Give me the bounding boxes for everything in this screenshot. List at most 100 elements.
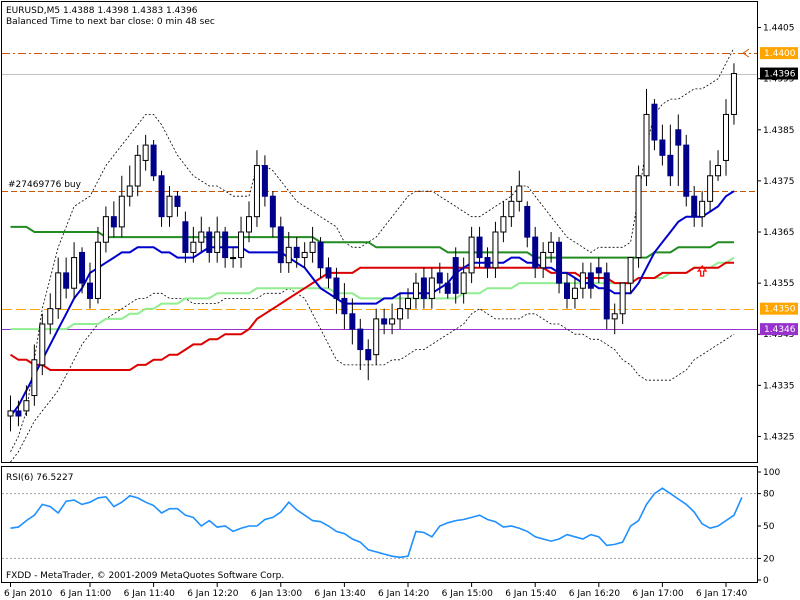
rsi-tick-label: 0 bbox=[763, 576, 769, 586]
candle-body bbox=[238, 231, 245, 259]
candle-body bbox=[253, 165, 260, 218]
price-axis: 1.44051.43951.43851.43751.43651.43551.43… bbox=[757, 24, 795, 442]
price-tags: 1.4400 1.4396 1.4350 1.4346 bbox=[760, 47, 798, 336]
price-tick-label: 1.4365 bbox=[763, 228, 795, 238]
rsi-axis: 100 80 50 20 0 bbox=[757, 468, 780, 586]
candle-body bbox=[532, 236, 539, 269]
time-tick-label: 6 Jan 11:00 bbox=[60, 589, 112, 599]
candle-body bbox=[94, 241, 101, 299]
candle-body bbox=[87, 282, 93, 299]
candle-body bbox=[723, 113, 729, 161]
candle-body bbox=[373, 318, 380, 356]
rsi-tick-label: 20 bbox=[763, 554, 775, 564]
candle bbox=[150, 140, 157, 181]
candle-body bbox=[39, 323, 46, 366]
price-tick-label: 1.4385 bbox=[763, 126, 795, 136]
candle-body bbox=[627, 257, 634, 284]
candle-body bbox=[484, 257, 491, 269]
candle-body bbox=[707, 175, 714, 202]
candle-body bbox=[118, 195, 125, 228]
chart-canvas: EURUSD,M5 1.4388 1.4398 1.4383 1.4396 Ba… bbox=[1, 1, 798, 599]
candle-body bbox=[230, 257, 237, 260]
candle-body bbox=[269, 195, 276, 228]
time-tick-label: 6 Jan 17:00 bbox=[632, 589, 684, 599]
candle-body bbox=[524, 205, 531, 238]
candle-body bbox=[452, 257, 459, 294]
time-tick-label: 6 Jan 17:40 bbox=[696, 589, 748, 599]
candle-body bbox=[508, 200, 515, 218]
price-tick-label: 1.4355 bbox=[763, 279, 795, 289]
rsi-title: RSI(6) 76.5227 bbox=[6, 473, 73, 483]
symbol-info-text: EURUSD,M5 1.4388 1.4398 1.4383 1.4396 bbox=[6, 6, 198, 16]
time-tick-label: 6 Jan 11:40 bbox=[124, 589, 176, 599]
bar-timer-text: Balanced Time to next bar close: 0 min 4… bbox=[6, 17, 215, 27]
price-tick-label: 1.4335 bbox=[763, 381, 795, 391]
time-axis: 6 Jan 2010 6 Jan 11:00 6 Jan 11:40 6 Jan 12… bbox=[4, 583, 748, 599]
candle-body bbox=[675, 129, 682, 146]
candle-body bbox=[158, 175, 165, 218]
candle-body bbox=[261, 165, 268, 197]
candle-body bbox=[611, 313, 618, 320]
candle-body bbox=[564, 282, 570, 299]
candle-body bbox=[47, 308, 54, 325]
candle-body bbox=[63, 272, 70, 289]
candle-body bbox=[468, 236, 475, 274]
copyright-text: FXDD - MetaTrader, © 2001-2009 MetaQuote… bbox=[6, 571, 284, 581]
candle-body bbox=[500, 216, 507, 233]
candle-body bbox=[643, 113, 650, 177]
candle-body bbox=[23, 400, 30, 412]
candle-body bbox=[691, 195, 698, 218]
candle-body bbox=[603, 272, 610, 320]
candle-body bbox=[285, 246, 292, 264]
candle-body bbox=[571, 287, 578, 299]
candle-body bbox=[412, 282, 419, 299]
time-tick-label: 6 Jan 2010 bbox=[4, 589, 52, 599]
price-panel[interactable] bbox=[1, 1, 758, 463]
candle-body bbox=[198, 231, 205, 243]
candle-body bbox=[325, 267, 332, 279]
candle bbox=[603, 262, 610, 330]
candle-body bbox=[142, 144, 149, 161]
candle-body bbox=[150, 144, 157, 177]
price-tag-label: 1.4350 bbox=[764, 305, 796, 315]
candle-body bbox=[683, 144, 690, 197]
candle-body bbox=[405, 297, 411, 310]
candle-body bbox=[595, 267, 602, 274]
price-tag-label: 1.4396 bbox=[764, 70, 796, 80]
candle bbox=[635, 165, 642, 268]
candle-body bbox=[444, 282, 451, 294]
candle-body bbox=[381, 318, 388, 325]
candle-body bbox=[341, 297, 348, 315]
candle-body bbox=[715, 165, 722, 177]
time-tick-label: 6 Jan 12:20 bbox=[187, 589, 239, 599]
candle-body bbox=[516, 185, 523, 202]
price-tick-label: 1.4405 bbox=[763, 24, 795, 34]
candle-body bbox=[556, 241, 563, 284]
candle-body bbox=[222, 231, 229, 259]
candle-body bbox=[579, 272, 586, 289]
price-tick-label: 1.4325 bbox=[763, 432, 795, 442]
candle-body bbox=[397, 308, 404, 320]
price-tick-label: 1.4375 bbox=[763, 177, 795, 187]
candle-body bbox=[317, 241, 324, 269]
time-tick-label: 6 Jan 15:00 bbox=[442, 589, 494, 599]
candle-body bbox=[357, 328, 364, 351]
rsi-panel[interactable] bbox=[1, 466, 758, 583]
candle-body bbox=[301, 251, 308, 259]
candle-body bbox=[71, 257, 78, 289]
candle-body bbox=[436, 272, 443, 284]
rsi-tick-label: 80 bbox=[763, 490, 775, 500]
time-tick-label: 6 Jan 13:00 bbox=[251, 589, 303, 599]
candle-body bbox=[365, 349, 372, 361]
candle-body bbox=[651, 103, 658, 141]
candle-body bbox=[667, 154, 674, 177]
price-tag-label: 1.4346 bbox=[764, 325, 796, 335]
candle-body bbox=[460, 272, 467, 294]
candle-body bbox=[7, 410, 14, 417]
candle-body bbox=[102, 216, 109, 243]
candle-body bbox=[619, 282, 626, 315]
candle-body bbox=[277, 226, 284, 264]
candle-body bbox=[166, 195, 173, 218]
order-label: #27469776 buy bbox=[8, 180, 82, 190]
price-tag-label: 1.4400 bbox=[764, 49, 796, 59]
